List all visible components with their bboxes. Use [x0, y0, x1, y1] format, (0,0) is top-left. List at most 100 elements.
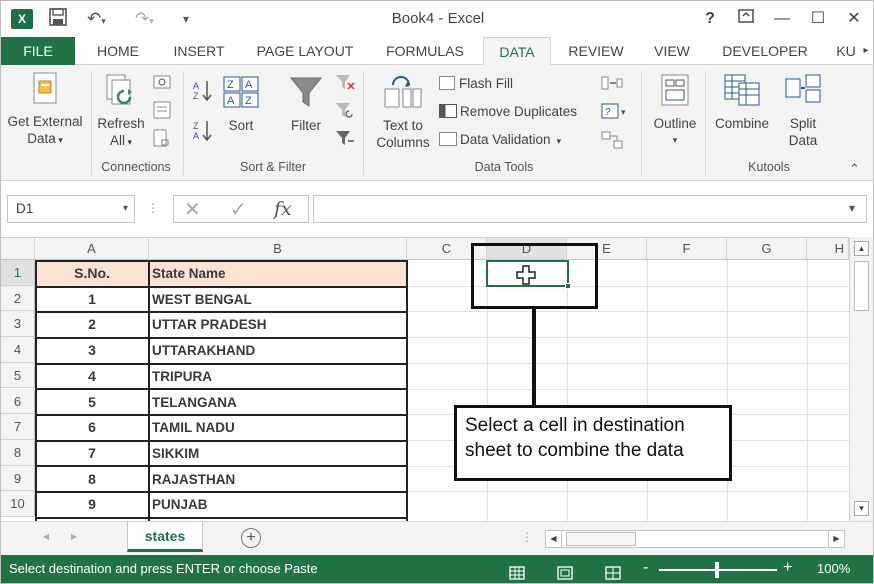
sheet-tab-states[interactable]: states: [127, 522, 203, 552]
data-validation-button[interactable]: Data Validation ▾: [439, 130, 561, 151]
horizontal-scrollbar[interactable]: ◀ ▶: [545, 530, 845, 548]
row-header-1[interactable]: 1: [1, 260, 35, 286]
new-sheet-button[interactable]: +: [241, 528, 261, 548]
cell-a10[interactable]: 9: [36, 492, 148, 517]
cell-a4[interactable]: 3: [36, 338, 148, 363]
close-button[interactable]: ✕: [841, 7, 867, 31]
filter-button[interactable]: Filter: [279, 75, 333, 134]
minimize-button[interactable]: —: [769, 7, 795, 31]
column-header-f[interactable]: F: [647, 238, 727, 260]
row-header-5[interactable]: 5: [1, 362, 35, 389]
zoom-slider-thumb[interactable]: [715, 562, 719, 578]
zoom-level[interactable]: 100%: [817, 555, 850, 583]
cell-b10[interactable]: PUNJAB: [150, 492, 406, 517]
cancel-icon[interactable]: ✕: [184, 197, 201, 222]
scroll-right-icon[interactable]: ▶: [828, 531, 844, 547]
column-header-b[interactable]: B: [149, 238, 407, 260]
reapply-filter-icon[interactable]: [335, 101, 355, 124]
scroll-thumb[interactable]: [854, 261, 869, 311]
tab-home[interactable]: HOME: [85, 37, 151, 65]
get-external-data-button[interactable]: Get External Data ▾: [3, 71, 87, 149]
cell-b3[interactable]: UTTAR PRADESH: [150, 312, 406, 337]
row-header-2[interactable]: 2: [1, 285, 35, 312]
help-button[interactable]: ?: [697, 7, 723, 31]
collapse-ribbon-icon[interactable]: ⌃: [849, 161, 860, 177]
cell-a9[interactable]: 8: [36, 467, 148, 492]
formula-input[interactable]: [313, 195, 867, 223]
row-header-10[interactable]: 10: [1, 491, 35, 517]
sort-a-to-z-icon[interactable]: AZ: [191, 79, 213, 106]
tab-data[interactable]: DATA: [483, 37, 551, 66]
horizontal-scroll-thumb[interactable]: [566, 532, 636, 546]
cell-a2[interactable]: 1: [36, 287, 148, 312]
scroll-down-icon[interactable]: ▼: [854, 501, 869, 516]
row-header-8[interactable]: 8: [1, 439, 35, 466]
row-header-9[interactable]: 9: [1, 465, 35, 492]
cell-b6[interactable]: TELANGANA: [150, 390, 406, 415]
tab-developer[interactable]: DEVELOPER: [713, 37, 817, 65]
tab-split-grip-icon[interactable]: ⋮: [521, 530, 533, 544]
edit-links-icon[interactable]: [153, 129, 171, 152]
column-header-g[interactable]: G: [727, 238, 807, 260]
vertical-scrollbar[interactable]: ▲ ▼: [849, 237, 873, 521]
zoom-out-button[interactable]: -: [643, 554, 648, 582]
zoom-in-button[interactable]: +: [783, 554, 792, 582]
cell-a1[interactable]: S.No.: [36, 261, 148, 286]
prev-sheet-icon[interactable]: ◂: [43, 529, 49, 543]
cell-b5[interactable]: TRIPURA: [150, 364, 406, 389]
cell-a5[interactable]: 4: [36, 364, 148, 389]
tab-scroll-right-icon[interactable]: ▸: [859, 37, 873, 65]
outline-button[interactable]: Outline ▾: [647, 73, 703, 149]
sort-z-to-a-icon[interactable]: ZA: [191, 119, 213, 146]
tab-review[interactable]: REVIEW: [559, 37, 633, 65]
cell-a6[interactable]: 5: [36, 390, 148, 415]
advanced-filter-icon[interactable]: [335, 129, 355, 152]
insert-function-icon[interactable]: fx: [274, 198, 292, 220]
row-header-3[interactable]: 3: [1, 311, 35, 338]
what-if-analysis-icon[interactable]: ? ▾: [601, 103, 629, 124]
tab-view[interactable]: VIEW: [641, 37, 703, 65]
cell-b8[interactable]: SIKKIM: [150, 441, 406, 466]
column-header-h[interactable]: H: [807, 238, 849, 260]
expand-formula-bar-icon[interactable]: ▾: [849, 201, 855, 215]
split-data-button[interactable]: Split Data: [777, 73, 829, 149]
remove-duplicates-button[interactable]: Remove Duplicates: [439, 102, 577, 122]
flash-fill-button[interactable]: Flash Fill: [439, 74, 513, 94]
clear-filter-icon[interactable]: [335, 73, 355, 96]
relationships-icon[interactable]: [601, 131, 623, 154]
text-to-columns-button[interactable]: Text to Columns: [369, 75, 437, 151]
tab-kutools[interactable]: KU: [831, 37, 861, 65]
cell-b9[interactable]: RAJASTHAN: [150, 467, 406, 492]
combine-button[interactable]: Combine: [709, 73, 775, 132]
consolidate-icon[interactable]: [601, 75, 623, 96]
worksheet-grid[interactable]: A B C D E F G H 1 2 3 4 5 6 7 8 9 10 S.N…: [1, 237, 873, 522]
maximize-button[interactable]: ☐: [805, 7, 831, 31]
tab-file[interactable]: FILE: [1, 37, 75, 65]
normal-view-icon[interactable]: [509, 562, 525, 583]
ribbon-display-options-icon[interactable]: [733, 7, 759, 31]
refresh-all-button[interactable]: Refresh All ▾: [93, 73, 149, 151]
next-sheet-icon[interactable]: ▸: [71, 529, 77, 543]
cell-b4[interactable]: UTTARAKHAND: [150, 338, 406, 363]
cell-a3[interactable]: 2: [36, 312, 148, 337]
cell-a8[interactable]: 7: [36, 441, 148, 466]
connections-icon[interactable]: [153, 75, 171, 96]
name-box-dropdown-icon[interactable]: ▾: [123, 196, 128, 222]
row-header-6[interactable]: 6: [1, 388, 35, 415]
cell-a7[interactable]: 6: [36, 415, 148, 440]
scroll-up-icon[interactable]: ▲: [854, 241, 869, 256]
cell-b2[interactable]: WEST BENGAL: [150, 287, 406, 312]
enter-check-icon[interactable]: ✓: [230, 197, 247, 222]
sort-button[interactable]: ZAAZ Sort: [215, 75, 267, 134]
row-header-4[interactable]: 4: [1, 337, 35, 363]
page-layout-view-icon[interactable]: [557, 562, 573, 583]
row-header-7[interactable]: 7: [1, 414, 35, 440]
column-header-a[interactable]: A: [35, 238, 149, 260]
tab-page-layout[interactable]: PAGE LAYOUT: [247, 37, 363, 65]
page-break-preview-icon[interactable]: [605, 562, 621, 583]
cell-b1[interactable]: State Name: [150, 261, 406, 286]
select-all-corner[interactable]: [1, 238, 35, 260]
cell-b7[interactable]: TAMIL NADU: [150, 415, 406, 440]
properties-icon[interactable]: [153, 101, 171, 124]
tab-formulas[interactable]: FORMULAS: [375, 37, 475, 65]
